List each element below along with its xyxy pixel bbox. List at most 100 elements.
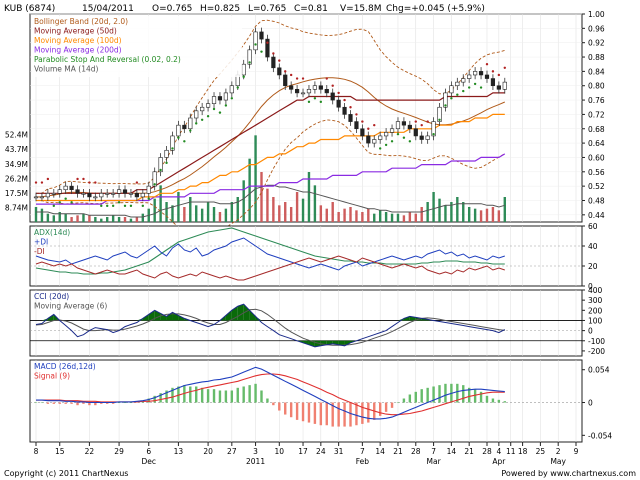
candle-body bbox=[449, 85, 454, 94]
sar-dot bbox=[367, 127, 370, 130]
sar-dot bbox=[301, 77, 305, 80]
volume-bar bbox=[218, 212, 222, 222]
volume-tick-label: 52.4M bbox=[5, 131, 28, 140]
x-tick-label: 7 bbox=[360, 447, 365, 456]
header-open: O=0.765 bbox=[152, 4, 192, 14]
volume-bar bbox=[426, 202, 429, 222]
y-tick-label: 1.00 bbox=[588, 10, 605, 19]
candle-body bbox=[294, 89, 300, 94]
legend-entry: Bollinger Band (20d, 2.0) bbox=[34, 17, 128, 26]
legend-entry: MACD (26d,12d) bbox=[34, 362, 96, 371]
y-tick-label: 0 bbox=[588, 399, 593, 408]
volume-bar bbox=[236, 197, 239, 222]
x-tick-label: 6 bbox=[146, 447, 151, 456]
sar-dot bbox=[34, 181, 38, 184]
volume-bar bbox=[343, 208, 346, 222]
x-tick-label: 29 bbox=[114, 447, 124, 456]
macd-histogram-bar bbox=[313, 402, 317, 424]
macd-histogram-bar bbox=[355, 402, 358, 426]
macd-histogram-bar bbox=[230, 390, 234, 403]
macd-histogram-bar bbox=[444, 383, 447, 403]
macd-histogram-bar bbox=[123, 402, 127, 404]
volume-bar bbox=[248, 158, 251, 222]
sar-dot bbox=[491, 70, 495, 73]
volume-bar bbox=[408, 212, 412, 222]
macd-histogram-bar bbox=[295, 402, 299, 420]
macd-histogram-bar bbox=[206, 389, 210, 403]
candle-body bbox=[312, 85, 318, 90]
macd-histogram-bar bbox=[307, 402, 311, 423]
legend-entry: Moving Average (200d) bbox=[34, 46, 122, 55]
sar-dot bbox=[467, 86, 471, 89]
macd-histogram-bar bbox=[289, 402, 293, 418]
candle-body bbox=[87, 193, 92, 198]
y-tick-label: 0.84 bbox=[588, 67, 605, 76]
volume-bar bbox=[331, 202, 334, 222]
candle-body bbox=[484, 74, 490, 79]
sar-dot bbox=[432, 132, 435, 136]
sar-dot bbox=[408, 140, 412, 143]
macd-histogram-bar bbox=[260, 390, 263, 403]
y-tick-label: -0.054 bbox=[588, 431, 612, 440]
sar-dot bbox=[70, 201, 73, 204]
price-panel: 1.00 0.96 0.92 0.88 0.84 0.80 0.76 0.72 0.68 0.64… bbox=[5, 10, 605, 237]
volume-bar bbox=[497, 210, 501, 222]
volume-bar bbox=[313, 185, 317, 222]
sar-dot bbox=[147, 197, 150, 200]
volume-bar bbox=[135, 217, 139, 222]
volume-bar bbox=[491, 207, 495, 222]
sar-dot bbox=[355, 113, 358, 116]
candle-body bbox=[378, 135, 383, 140]
candle-body bbox=[134, 193, 139, 198]
cci-fill bbox=[237, 304, 244, 321]
header-close: C=0.81 bbox=[294, 4, 328, 14]
cci-frame bbox=[29, 289, 583, 357]
sar-dot bbox=[272, 52, 275, 55]
x-tick-label: 25 bbox=[536, 447, 546, 456]
x-tick-label: 14 bbox=[447, 447, 457, 456]
macd-histogram-bar bbox=[58, 402, 61, 404]
x-month-label: Mar bbox=[427, 457, 442, 466]
y-tick-label: 0.56 bbox=[588, 168, 605, 177]
macd-histogram-bar bbox=[390, 402, 394, 408]
sar-dot bbox=[117, 201, 121, 204]
volume-bar bbox=[479, 210, 483, 222]
volume-bar bbox=[473, 208, 477, 222]
sar-dot bbox=[135, 181, 139, 184]
candle-body bbox=[283, 74, 288, 87]
macd-histogram-bar bbox=[426, 387, 429, 403]
macd-histogram-bar bbox=[414, 391, 417, 403]
sar-dot bbox=[52, 204, 56, 208]
sar-dot bbox=[307, 100, 311, 104]
legend-entry: Moving Average (6) bbox=[34, 302, 107, 311]
candle-body bbox=[461, 78, 466, 83]
candle-body bbox=[229, 85, 234, 94]
candle-body bbox=[277, 67, 282, 76]
x-month-label: May bbox=[550, 457, 566, 466]
candle-body bbox=[271, 56, 276, 69]
macd-histogram-bar bbox=[218, 390, 222, 403]
candle-body bbox=[111, 193, 116, 195]
candle-body bbox=[360, 128, 365, 137]
candle-body bbox=[478, 71, 484, 76]
y-tick-label: 0.72 bbox=[588, 110, 605, 119]
x-tick-label: 10 bbox=[275, 447, 285, 456]
macd-histogram-bar bbox=[319, 402, 323, 426]
sar-dot bbox=[402, 136, 406, 139]
macd-histogram-bar bbox=[497, 399, 501, 403]
volume-bar bbox=[165, 202, 168, 222]
macd-histogram-bar bbox=[384, 402, 388, 412]
volume-bar bbox=[224, 208, 228, 222]
volume-tick-label: 34.9M bbox=[5, 160, 28, 169]
volume-bar bbox=[82, 213, 85, 222]
macd-histogram-bar bbox=[396, 402, 400, 404]
volume-bar bbox=[100, 218, 103, 222]
volume-bar bbox=[272, 197, 275, 222]
volume-bar bbox=[212, 207, 216, 222]
volume-bar bbox=[390, 213, 394, 222]
volume-bar bbox=[349, 207, 352, 222]
sar-dot bbox=[106, 204, 109, 208]
macd-histogram-bar bbox=[485, 395, 489, 403]
header-low: L=0.765 bbox=[248, 4, 286, 14]
candle-body bbox=[182, 124, 187, 130]
